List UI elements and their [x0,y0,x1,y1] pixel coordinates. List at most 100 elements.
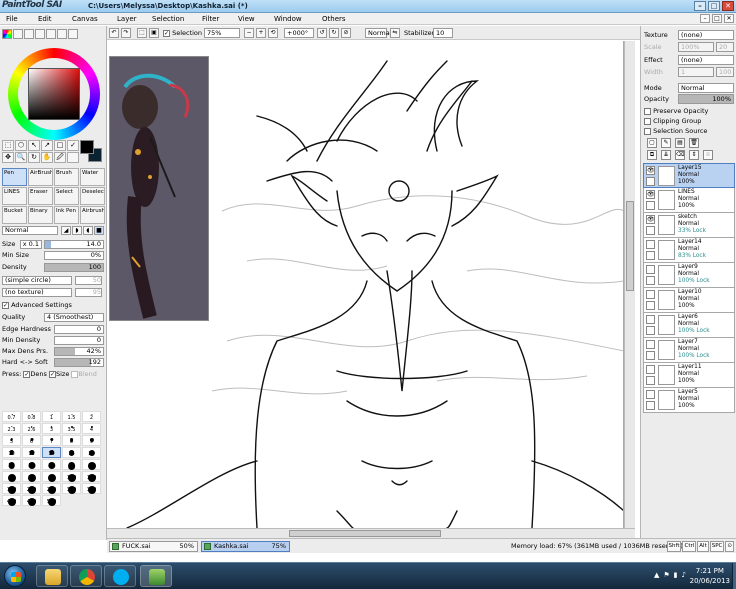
layer-lock-toggle[interactable] [646,276,655,285]
menu-window[interactable]: Window [274,15,302,23]
close-button[interactable]: ✕ [722,1,734,11]
layer-lock-toggle[interactable] [646,301,655,310]
menu-view[interactable]: View [238,15,255,23]
layer-lock-toggle[interactable] [646,201,655,210]
start-button[interactable] [4,565,26,587]
brush-size-cell[interactable]: 16 [62,447,81,458]
brush-size-cell[interactable]: 20 [82,447,101,458]
brush-size-cell[interactable]: 35 [42,459,61,470]
clock[interactable]: 7:21 PM 20/06/2013 [690,566,730,586]
pen-tool-small-icon[interactable]: 🖉 [54,152,66,163]
layer-lock-toggle[interactable] [646,226,655,235]
layer-row[interactable]: Layer6 Normal 100% Lock [643,313,735,338]
advanced-settings-row[interactable]: ✓ Advanced Settings [2,301,104,310]
zoom-tool-icon[interactable]: □ [54,140,66,151]
rgb-slider-tab[interactable] [13,29,23,39]
document-tab[interactable]: FUCK.sai 50% [109,541,198,552]
menu-filter[interactable]: Filter [202,15,219,23]
stabilizer-dropdown[interactable]: 10 [433,28,453,38]
navigator-preview[interactable] [109,56,209,321]
taskbar-explorer[interactable] [36,565,68,587]
clear-layer-icon[interactable]: ⌫ [675,150,685,160]
density-slider[interactable]: 100 [44,263,104,272]
scratchpad-tab[interactable] [46,29,56,39]
layer-row[interactable]: Layer14 Normal 83% Lock [643,238,735,263]
layer-row[interactable]: 👁 Layer15 Normal 100% [643,163,735,188]
brush-shape-dropdown[interactable]: (simple circle) [2,276,72,285]
edge-shape-4-icon[interactable]: ■ [94,226,104,235]
tool-blend-mode-dropdown[interactable]: Normal [2,226,58,235]
flip-icon[interactable]: ⇋ [390,28,400,38]
advanced-settings-checkbox[interactable]: ✓ [2,301,9,309]
brush-size-cell[interactable]: 400 [2,495,21,506]
size-slider[interactable]: 14.0 [44,240,104,249]
zoom-dropdown[interactable]: 75% [204,28,240,38]
tool-airbrush-lines[interactable]: Airbrush Lines [80,206,105,224]
horizontal-scrollbar[interactable] [107,528,635,538]
brush-size-cell[interactable]: 8 [62,435,81,446]
swap-colors-icon[interactable]: ↻ [28,152,40,163]
tool-deselect[interactable]: Deselect [80,187,105,205]
user-palette-tab[interactable] [68,29,78,39]
brush-texture-dropdown[interactable]: (no texture) [2,288,72,297]
tool-lines[interactable]: LINES [2,187,27,205]
brush-size-cell[interactable]: 0.7 [2,411,21,422]
move-layer-icon[interactable]: ⇕ [689,150,699,160]
tool-select[interactable]: Select [54,187,79,205]
menu-canvas[interactable]: Canvas [72,15,98,23]
brush-size-cell[interactable]: 25 [2,459,21,470]
color-mixer-tab[interactable] [57,29,67,39]
brush-size-cell[interactable]: 5 [2,435,21,446]
blend-mode-dropdown[interactable]: Normal [365,28,392,38]
move-tool-icon[interactable]: ↗ [41,140,53,151]
width-value[interactable]: 100 [716,67,734,77]
zoom-in-icon[interactable]: + [256,28,266,38]
rotate-right-icon[interactable]: ↻ [329,28,339,38]
clipping-group-checkbox[interactable] [644,117,651,125]
layer-lock-toggle[interactable] [646,251,655,260]
layer-row[interactable]: Layer7 Normal 100% Lock [643,338,735,363]
brush-size-cell[interactable]: 450 [22,495,41,506]
deselect-icon[interactable]: ⬚ [137,28,147,38]
brush-size-cell[interactable]: 120 [82,471,101,482]
merge-down-icon[interactable]: ⇊ [661,150,671,160]
mdi-restore-button[interactable]: □ [712,14,722,23]
tool-airbrush[interactable]: AirBrush [28,168,53,186]
selection-checkbox[interactable]: ✓ [163,29,170,37]
saturation-value-square[interactable] [28,68,80,120]
tool-eraser[interactable]: Eraser [28,187,53,205]
size-multiplier[interactable]: x 0.1 [20,240,42,249]
layer-row[interactable]: 👁 sketch Normal 33% Lock [643,213,735,238]
brush-size-cell[interactable]: 500 [42,495,61,506]
tool-pen[interactable]: Pen [2,168,27,186]
brush-size-cell[interactable]: 50 [82,459,101,470]
layer-mode-dropdown[interactable]: Normal [678,83,734,93]
menu-selection[interactable]: Selection [152,15,184,23]
visibility-eye-icon[interactable]: 👁 [646,166,655,175]
layer-row[interactable]: Layer5 Normal 100% [643,388,735,413]
brush-size-cell[interactable]: 3 [42,423,61,434]
texture-dropdown[interactable]: (none) [678,30,734,40]
edge-shape-3-icon[interactable]: ◖ [83,226,93,235]
rotate-left-icon[interactable]: ↺ [317,28,327,38]
vertical-scrollbar[interactable] [624,41,635,528]
primary-color-swatch[interactable] [80,140,94,154]
brush-size-cell[interactable]: 3.5 [62,423,81,434]
vertical-scroll-thumb[interactable] [626,201,634,291]
minimize-button[interactable]: – [694,1,706,11]
tool-water[interactable]: Water [80,168,105,186]
brush-size-cell[interactable]: 40 [62,459,81,470]
layer-lock-toggle[interactable] [646,376,655,385]
effect-dropdown[interactable]: (none) [678,55,734,65]
visibility-eye-icon[interactable] [646,365,655,374]
rect-select-icon[interactable]: ⬚ [2,140,14,151]
taskbar-skype[interactable] [104,565,136,587]
taskbar-chrome[interactable] [70,565,102,587]
rotate-tool-icon[interactable]: ✓ [67,140,79,151]
layer-row[interactable]: 👁 LINES Normal 100% [643,188,735,213]
horizontal-scroll-thumb[interactable] [289,530,441,537]
menu-file[interactable]: File [6,15,18,23]
lasso-icon[interactable]: ⬡ [15,140,27,151]
hard-soft-slider[interactable]: 192 [54,358,104,367]
brush-size-cell[interactable]: 160 [2,483,21,494]
